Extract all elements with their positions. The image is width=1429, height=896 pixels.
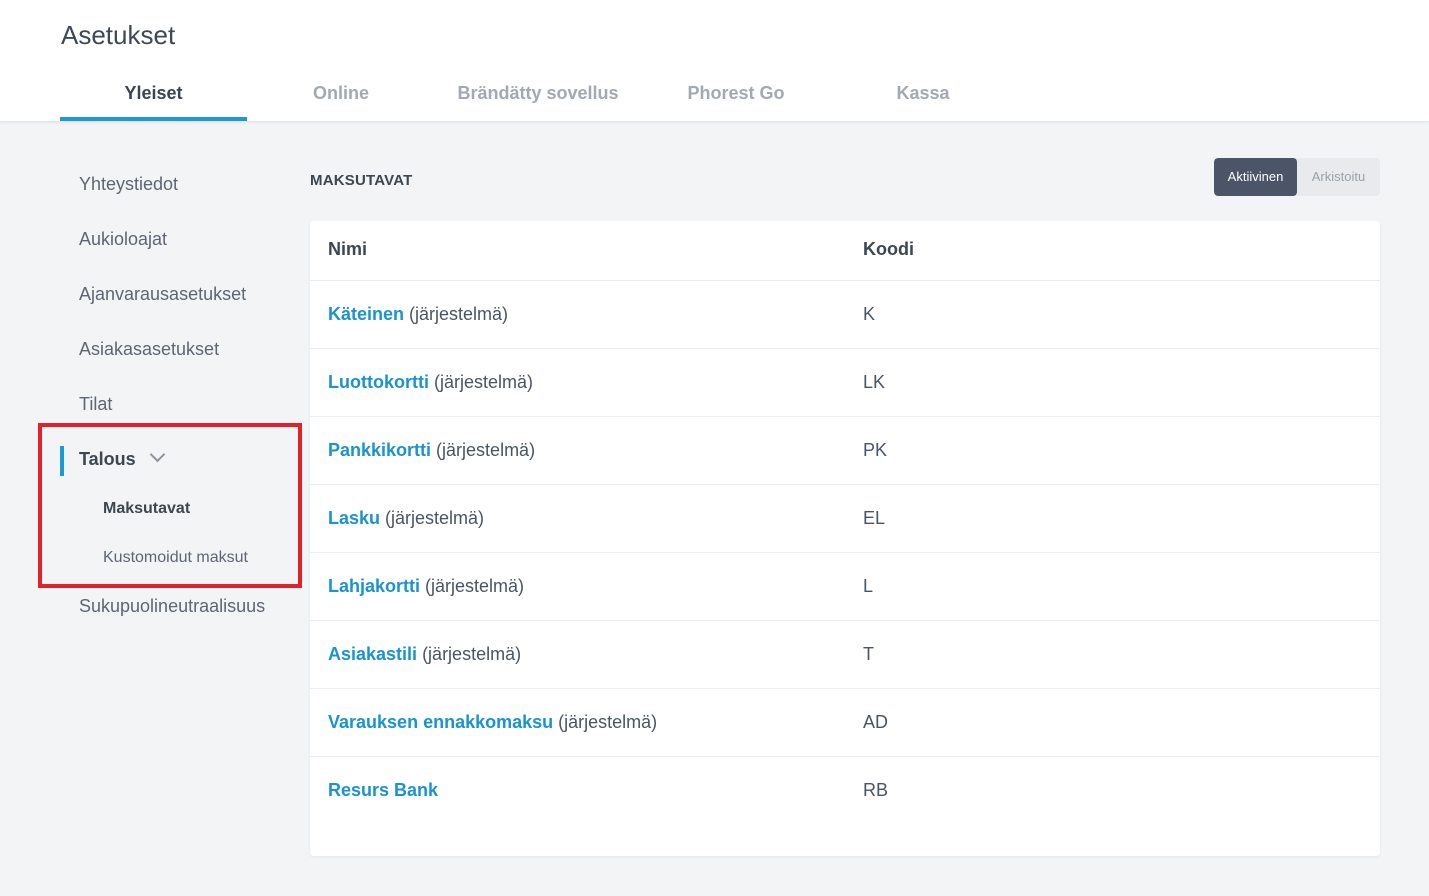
sidebar-subitem-kustomoidut-maksut[interactable]: Kustomoidut maksut <box>103 549 248 567</box>
sidebar-item-aukioloajat[interactable]: Aukioloajat <box>79 229 167 250</box>
system-label: (järjestelmä) <box>433 372 533 392</box>
payment-method-link[interactable]: Varauksen ennakkomaksu <box>328 712 553 732</box>
sidebar-item-talous-label: Talous <box>79 449 136 469</box>
sidebar-subitem-maksutavat[interactable]: Maksutavat <box>103 500 190 518</box>
column-header-name: Nimi <box>328 239 368 259</box>
payment-method-link[interactable]: Pankkikortti <box>328 440 431 460</box>
payment-method-link[interactable]: Luottokortti <box>328 372 429 392</box>
name-cell: Lasku (järjestelmä) <box>328 485 484 551</box>
section-title: MAKSUTAVAT <box>310 172 413 189</box>
code-cell: AD <box>863 712 889 732</box>
active-section-marker <box>60 446 64 476</box>
page-title: Asetukset <box>61 20 176 50</box>
name-cell: Lahjakortti (järjestelmä) <box>328 553 524 619</box>
name-cell: Resurs Bank <box>328 757 443 823</box>
table-row: Käteinen (järjestelmä) K <box>310 281 1380 349</box>
payment-method-link[interactable]: Asiakastili <box>328 644 417 664</box>
toggle-active-button[interactable]: Aktiivinen <box>1214 158 1297 196</box>
sidebar-item-sukupuolineutraalisuus[interactable]: Sukupuolineutraalisuus <box>79 596 265 617</box>
code-cell: T <box>863 644 874 664</box>
table-row: Luottokortti (järjestelmä) LK <box>310 349 1380 417</box>
code-cell: LK <box>863 372 886 392</box>
code-cell: PK <box>863 440 888 460</box>
payment-method-link[interactable]: Käteinen <box>328 304 404 324</box>
system-label: (järjestelmä) <box>425 576 525 596</box>
name-cell: Luottokortti (järjestelmä) <box>328 349 533 415</box>
toggle-archived-button[interactable]: Arkistoitu <box>1297 158 1380 196</box>
tab-phorest-go[interactable]: Phorest Go <box>671 70 801 117</box>
name-cell: Pankkikortti (järjestelmä) <box>328 417 535 483</box>
table-header: Nimi Koodi <box>310 221 1380 281</box>
code-cell: RB <box>863 780 889 800</box>
code-cell: L <box>863 576 874 596</box>
system-label: (järjestelmä) <box>385 508 485 528</box>
sidebar-item-ajanvarausasetukset[interactable]: Ajanvarausasetukset <box>79 284 246 305</box>
name-cell: Varauksen ennakkomaksu (järjestelmä) <box>328 689 657 755</box>
tab-kassa[interactable]: Kassa <box>858 70 988 117</box>
name-cell: Asiakastili (järjestelmä) <box>328 621 521 687</box>
system-label: (järjestelmä) <box>436 440 536 460</box>
system-label: (järjestelmä) <box>409 304 509 324</box>
table-body: Käteinen (järjestelmä) K Luottokortti (jär… <box>310 281 1380 824</box>
header: Asetukset Yleiset Online Brändätty sovel… <box>0 0 1429 122</box>
code-cell: EL <box>863 508 886 528</box>
code-cell: K <box>863 304 876 324</box>
table-row: Lahjakortti (järjestelmä) L <box>310 553 1380 621</box>
settings-sidebar: Yhteystiedot Aukioloajat Ajanvarausasetu… <box>0 122 302 822</box>
tab-online[interactable]: Online <box>276 70 406 117</box>
payment-methods-table: Nimi Koodi Käteinen (järjestelmä) K Luott… <box>310 221 1380 856</box>
chevron-down-icon <box>149 446 165 463</box>
tab-brandatty-sovellus[interactable]: Brändätty sovellus <box>440 70 636 117</box>
sidebar-item-tilat[interactable]: Tilat <box>79 394 112 415</box>
payment-method-link[interactable]: Resurs Bank <box>328 780 438 800</box>
payment-method-link[interactable]: Lahjakortti <box>328 576 420 596</box>
name-cell: Käteinen (järjestelmä) <box>328 281 508 347</box>
sidebar-item-yhteystiedot[interactable]: Yhteystiedot <box>79 174 178 195</box>
table-row: Varauksen ennakkomaksu (järjestelmä) AD <box>310 689 1380 757</box>
system-label: (järjestelmä) <box>422 644 522 664</box>
tab-bar: Yleiset Online Brändätty sovellus Phores… <box>0 70 1429 121</box>
table-row: Resurs Bank RB <box>310 757 1380 824</box>
tab-yleiset[interactable]: Yleiset <box>60 70 247 121</box>
sidebar-item-asiakasasetukset[interactable]: Asiakasasetukset <box>79 339 219 360</box>
table-row: Lasku (järjestelmä) EL <box>310 485 1380 553</box>
table-row: Asiakastili (järjestelmä) T <box>310 621 1380 689</box>
sidebar-item-talous[interactable]: Talous <box>79 446 165 470</box>
status-toggle: Aktiivinen Arkistoitu <box>1214 158 1380 196</box>
column-header-code: Koodi <box>863 239 914 259</box>
payment-method-link[interactable]: Lasku <box>328 508 380 528</box>
system-label: (järjestelmä) <box>558 712 658 732</box>
table-row: Pankkikortti (järjestelmä) PK <box>310 417 1380 485</box>
